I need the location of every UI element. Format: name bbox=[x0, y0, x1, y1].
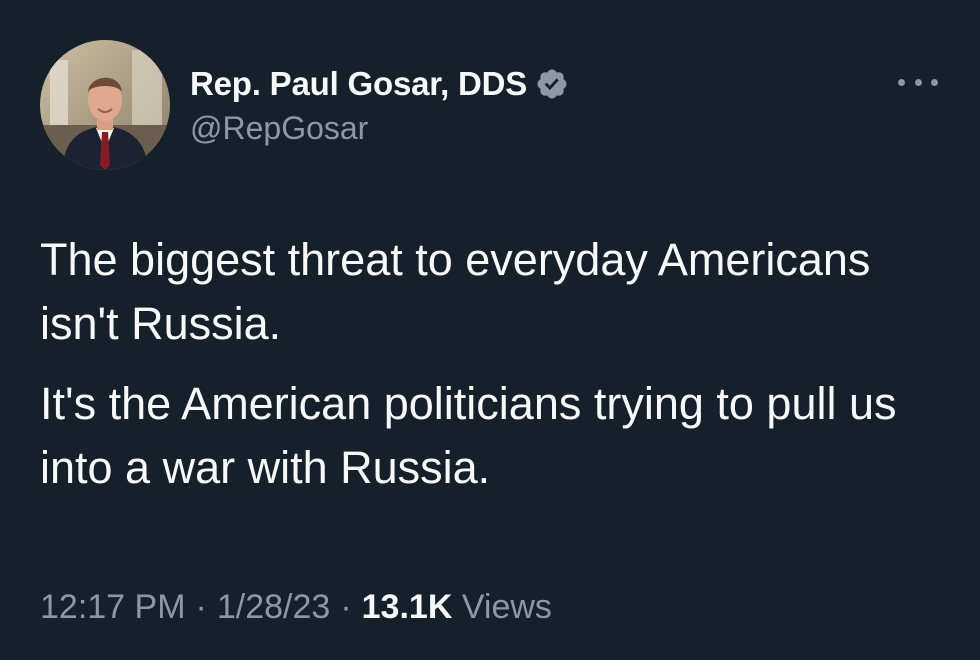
tweet-text: The biggest threat to everyday Americans… bbox=[40, 228, 940, 500]
display-name[interactable]: Rep. Paul Gosar, DDS bbox=[190, 65, 527, 103]
verified-badge-icon[interactable] bbox=[535, 67, 569, 101]
more-dot bbox=[931, 78, 938, 86]
tweet-card: Rep. Paul Gosar, DDS @RepGosar The bigge… bbox=[0, 0, 980, 660]
tweet-paragraph: It's the American politicians trying to … bbox=[40, 378, 897, 493]
tweet-time[interactable]: 12:17 PM bbox=[40, 588, 186, 626]
tweet-meta: 12:17 PM · 1/28/23 · 13.1K Views bbox=[40, 588, 552, 627]
tweet-date[interactable]: 1/28/23 bbox=[217, 588, 330, 626]
more-dot bbox=[898, 78, 905, 86]
display-name-row: Rep. Paul Gosar, DDS bbox=[190, 62, 569, 106]
avatar[interactable] bbox=[40, 40, 170, 170]
handle[interactable]: @RepGosar bbox=[190, 110, 569, 147]
avatar-image bbox=[40, 40, 170, 170]
meta-separator: · bbox=[195, 588, 207, 626]
views-count[interactable]: 13.1K bbox=[362, 588, 453, 626]
views-label: Views bbox=[461, 588, 552, 626]
author-info: Rep. Paul Gosar, DDS @RepGosar bbox=[190, 62, 569, 147]
more-dot bbox=[914, 78, 922, 86]
meta-separator: · bbox=[340, 588, 352, 626]
tweet-paragraph: The biggest threat to everyday Americans… bbox=[40, 234, 871, 349]
more-options-icon[interactable] bbox=[898, 72, 938, 92]
